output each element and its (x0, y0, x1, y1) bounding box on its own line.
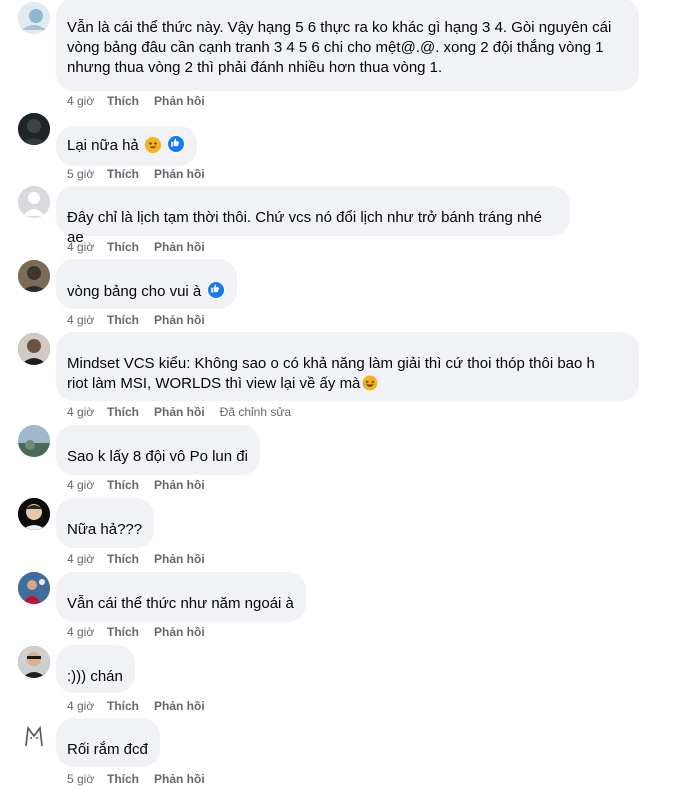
like-reaction-icon[interactable] (207, 281, 226, 299)
like-button[interactable]: Thích (107, 698, 139, 714)
avatar[interactable] (18, 720, 50, 752)
avatar[interactable] (18, 646, 50, 678)
like-button[interactable]: Thích (107, 551, 139, 567)
comment-text-line: vòng bảng đâu cần cạnh tranh 3 4 5 6 chi… (67, 39, 604, 56)
reply-button[interactable]: Phản hồi (154, 239, 205, 255)
edited-label: Đã chỉnh sửa (219, 405, 292, 419)
comment-text-line: riot làm MSI, WORLDS thì view lại về ấy … (67, 374, 627, 394)
comment-text-line: Vẫn là cái thể thức này. Vậy hạng 5 6 th… (67, 19, 612, 36)
avatar[interactable] (18, 186, 50, 218)
comment-time[interactable]: 4 giờ (67, 551, 107, 567)
haha-emoji-icon (144, 137, 161, 153)
avatar[interactable] (18, 572, 50, 604)
comment-text: Vẫn cái thể thức như năm ngoái à (67, 595, 294, 612)
like-button[interactable]: Thích (107, 404, 139, 420)
comment-text: Sao k lấy 8 đội vô Po lun đi (67, 448, 248, 465)
like-button[interactable]: Thích (107, 477, 139, 493)
comment-bubble: Sao k lấy 8 đội vô Po lun đi (56, 425, 260, 475)
comment-bubble: Lại nữa hả (56, 126, 198, 166)
comment-time[interactable]: 5 giờ (67, 771, 107, 787)
comment-time[interactable]: 4 giờ (67, 312, 107, 328)
comment-time[interactable]: 5 giờ (67, 166, 107, 182)
comment-bubble: Nữa hả??? (56, 498, 155, 548)
comment-text-line: Mindset VCS kiểu: Không sao o có khả năn… (67, 355, 595, 372)
avatar[interactable] (18, 260, 50, 292)
like-button[interactable]: Thích (107, 624, 139, 640)
reply-button[interactable]: Phản hồi (154, 166, 205, 182)
comment-text: riot làm MSI, WORLDS thì view lại về ấy … (67, 375, 361, 392)
comment-text: Nữa hả??? (67, 521, 143, 538)
comment-time[interactable]: 4 giờ (67, 698, 107, 714)
like-button[interactable]: Thích (107, 166, 139, 182)
comment-text: vòng bảng cho vui à (67, 283, 202, 300)
reply-button[interactable]: Phản hồi (154, 477, 205, 493)
reply-button[interactable]: Phản hồi (154, 771, 205, 787)
comment-time[interactable]: 4 giờ (67, 239, 107, 255)
avatar[interactable] (18, 498, 50, 530)
like-button[interactable]: Thích (107, 312, 139, 328)
comment-bubble: vòng bảng cho vui à (56, 259, 238, 309)
comment-bubble: Đây chỉ là lịch tạm thời thôi. Chứ vcs n… (56, 186, 570, 246)
comment-text-line: nhưng thua vòng 2 thì phải đánh nhiều hơ… (67, 59, 443, 76)
comment-text: Lại nữa hả (67, 137, 139, 154)
comment-time[interactable]: 4 giờ (67, 404, 107, 420)
avatar[interactable] (18, 333, 50, 365)
reply-button[interactable]: Phản hồi (154, 404, 205, 420)
comment-time[interactable]: 4 giờ (67, 93, 107, 109)
avatar[interactable] (18, 425, 50, 457)
like-button[interactable]: Thích (107, 239, 139, 255)
reply-button[interactable]: Phản hồi (154, 551, 205, 567)
comment-bubble: Rối rắm đcđ (56, 718, 160, 767)
like-button[interactable]: Thích (107, 93, 139, 109)
like-button[interactable]: Thích (107, 771, 139, 787)
comment-bubble: Vẫn cái thể thức như năm ngoái à (56, 572, 306, 622)
like-reaction-icon[interactable] (167, 135, 186, 153)
comment-text: Rối rắm đcđ (67, 741, 148, 758)
comment-time[interactable]: 4 giờ (67, 477, 107, 493)
comment-bubble: Mindset VCS kiểu: Không sao o có khả năn… (56, 332, 639, 401)
comment-bubble: Vẫn là cái thể thức này. Vậy hạng 5 6 th… (56, 0, 639, 91)
avatar[interactable] (18, 113, 50, 145)
reply-button[interactable]: Phản hồi (154, 698, 205, 714)
comment-text: :))) chán (67, 668, 123, 685)
reply-button[interactable]: Phản hồi (154, 624, 205, 640)
comment-bubble: :))) chán (56, 645, 135, 693)
reply-button[interactable]: Phản hồi (154, 312, 205, 328)
laughing-emoji-icon (362, 375, 378, 391)
avatar[interactable] (18, 2, 50, 34)
reply-button[interactable]: Phản hồi (154, 93, 205, 109)
comment-time[interactable]: 4 giờ (67, 624, 107, 640)
